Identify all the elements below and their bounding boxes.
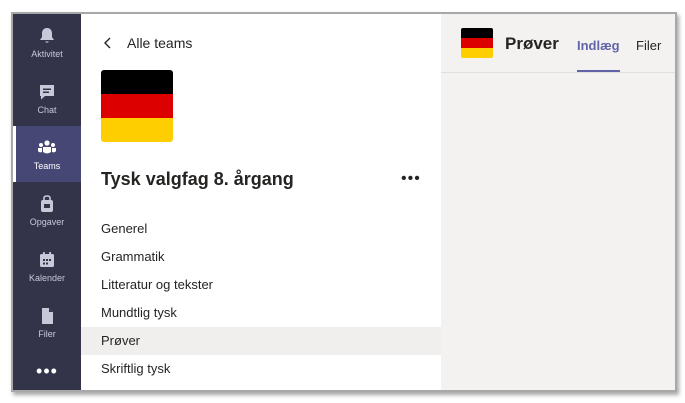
team-more-options-button[interactable]: ••• (401, 170, 421, 188)
rail-item-activity[interactable]: Aktivitet (13, 14, 81, 70)
calendar-icon (40, 252, 54, 267)
app-rail: Aktivitet Chat Teams Opgaver Kalender Fi… (13, 14, 81, 390)
teams-panel: Alle teams Tysk valgfag 8. årgang ••• Ge… (81, 14, 441, 390)
rail-label-activity: Aktivitet (31, 49, 63, 59)
channel-item-generel[interactable]: Generel (81, 215, 441, 243)
files-icon (42, 308, 53, 324)
rail-label-assignments: Opgaver (29, 217, 65, 227)
channel-header: Prøver Indlæg Filer (441, 14, 675, 73)
chevron-left-icon (104, 37, 111, 49)
channel-item-skriftlig[interactable]: Skriftlig tysk (81, 355, 441, 383)
active-tab-indicator (577, 70, 620, 72)
rail-item-calendar[interactable]: Kalender (13, 238, 81, 294)
tab-posts[interactable]: Indlæg (577, 38, 620, 53)
teams-icon (38, 140, 56, 154)
channel-title: Prøver (505, 34, 559, 53)
rail-item-teams[interactable]: Teams (13, 126, 81, 182)
rail-label-files: Filer (38, 329, 56, 339)
teams-window: Aktivitet Chat Teams Opgaver Kalender Fi… (11, 12, 677, 392)
channel-item-grammatik[interactable]: Grammatik (81, 243, 441, 271)
channel-content: Prøver Indlæg Filer (441, 14, 675, 390)
bell-icon (40, 28, 54, 43)
team-name: Tysk valgfag 8. årgang (101, 169, 294, 189)
channel-avatar-german-flag (461, 28, 493, 58)
rail-label-calendar: Kalender (28, 273, 66, 283)
back-to-all-teams[interactable]: Alle teams (101, 32, 192, 54)
channel-list: Generel Grammatik Litteratur og tekster … (81, 215, 441, 383)
rail-item-chat[interactable]: Chat (13, 70, 81, 126)
channel-item-mundtlig[interactable]: Mundtlig tysk (81, 299, 441, 327)
chat-icon (40, 85, 54, 100)
assignments-icon (41, 195, 53, 212)
channel-item-litteratur[interactable]: Litteratur og tekster (81, 271, 441, 299)
rail-more-button[interactable]: ••• (13, 362, 81, 380)
rail-item-files[interactable]: Filer (13, 294, 81, 350)
tab-files[interactable]: Filer (636, 38, 661, 53)
channel-item-prover[interactable]: Prøver (81, 327, 441, 355)
rail-item-assignments[interactable]: Opgaver (13, 182, 81, 238)
back-label: Alle teams (127, 35, 193, 51)
rail-label-teams: Teams (33, 161, 61, 171)
rail-label-chat: Chat (37, 105, 57, 115)
team-avatar-german-flag (101, 70, 173, 142)
